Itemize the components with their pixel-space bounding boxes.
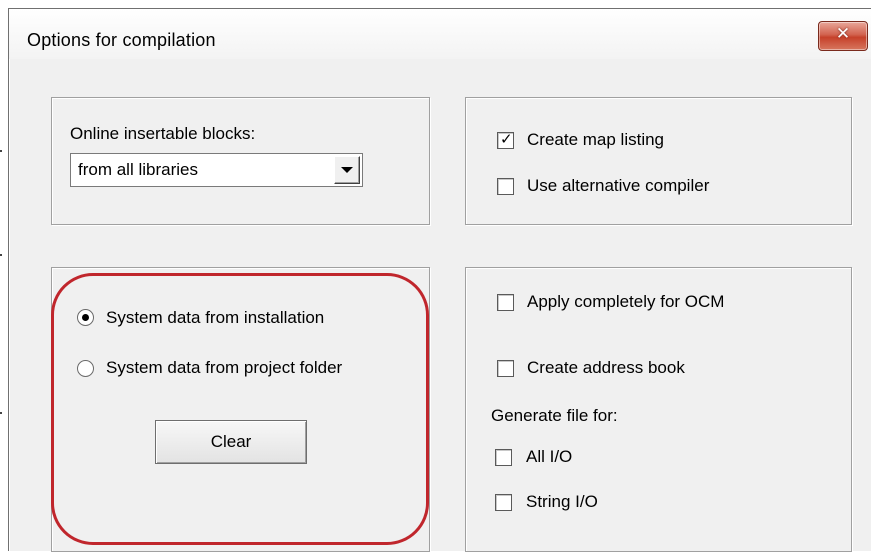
close-button[interactable]: ✕ [818, 21, 868, 51]
create-address-book-checkbox[interactable] [497, 360, 514, 377]
string-io-label[interactable]: String I/O [526, 492, 598, 512]
blocks-select[interactable]: from all libraries [70, 153, 363, 187]
dropdown-button[interactable] [334, 156, 360, 184]
highlight-annotation [51, 273, 429, 545]
generate-file-label: Generate file for: [491, 406, 618, 425]
apply-ocm-label[interactable]: Apply completely for OCM [527, 292, 724, 312]
compiler-options-group [465, 97, 852, 225]
create-map-listing-label[interactable]: Create map listing [527, 130, 664, 150]
check-icon: ✓ [500, 131, 513, 148]
apply-ocm-checkbox[interactable] [497, 294, 514, 311]
dialog-title: Options for compilation [27, 30, 216, 50]
chevron-down-icon [341, 167, 353, 173]
string-io-checkbox[interactable] [495, 494, 512, 511]
blocks-select-value: from all libraries [78, 160, 198, 179]
use-alternative-compiler-checkbox[interactable] [497, 178, 514, 195]
all-io-label[interactable]: All I/O [526, 447, 572, 467]
edge-mark [0, 254, 2, 256]
close-icon: ✕ [835, 24, 851, 43]
edge-mark [0, 412, 2, 414]
create-map-listing-checkbox[interactable]: ✓ [497, 131, 514, 149]
all-io-checkbox[interactable] [495, 449, 512, 466]
blocks-label: Online insertable blocks: [70, 124, 256, 143]
use-alternative-compiler-label[interactable]: Use alternative compiler [527, 176, 709, 196]
edge-mark [0, 150, 2, 152]
title-bar[interactable]: Options for compilation ✕ [9, 9, 871, 59]
create-address-book-label[interactable]: Create address book [527, 358, 685, 378]
